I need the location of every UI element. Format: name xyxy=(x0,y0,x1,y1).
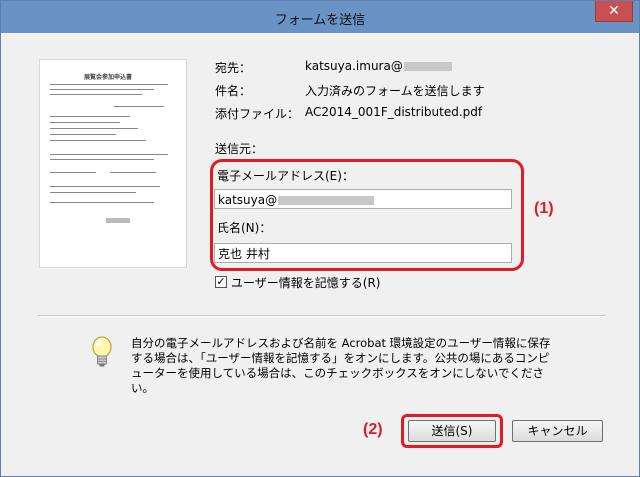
attachment-label: 添付ファイル： xyxy=(215,107,300,121)
annotation-marker-1: (1) xyxy=(534,200,554,217)
form-thumbnail: 展覧会参加申込書 xyxy=(39,59,187,268)
lightbulb-icon xyxy=(91,336,113,370)
subject-value: 入力済みのフォームを送信します xyxy=(305,84,485,98)
send-form-dialog: フォームを送信 ✕ 展覧会参加申込書 宛先： katsuya.imura@ 件名… xyxy=(0,0,640,477)
thumbnail-doc-title: 展覧会参加申込書 xyxy=(84,74,133,81)
remember-label[interactable]: ユーザー情報を記憶する(R) xyxy=(231,274,380,291)
title-bar: フォームを送信 ✕ xyxy=(1,1,639,33)
to-value: katsuya.imura@ xyxy=(305,59,452,73)
dialog-body: 展覧会参加申込書 宛先： katsuya.imura@ 件名： 入力済みのフォー… xyxy=(8,33,632,469)
info-text: 自分の電子メールアドレスおよび名前を Acrobat 環境設定のユーザー情報に保… xyxy=(131,336,551,395)
remember-checkbox[interactable]: ✓ xyxy=(215,276,227,288)
annotation-marker-2: (2) xyxy=(363,421,383,438)
attachment-value: AC2014_001F_distributed.pdf xyxy=(305,105,483,119)
highlight-box-1 xyxy=(210,159,524,271)
subject-label: 件名： xyxy=(215,84,252,98)
separator xyxy=(38,315,606,317)
dialog-title: フォームを送信 xyxy=(274,13,366,28)
send-button[interactable]: 送信(S) xyxy=(408,420,496,442)
cancel-button[interactable]: キャンセル xyxy=(512,420,603,442)
to-label: 宛先： xyxy=(215,61,252,75)
sender-section-label: 送信元： xyxy=(215,142,264,156)
close-button[interactable]: ✕ xyxy=(595,1,633,22)
